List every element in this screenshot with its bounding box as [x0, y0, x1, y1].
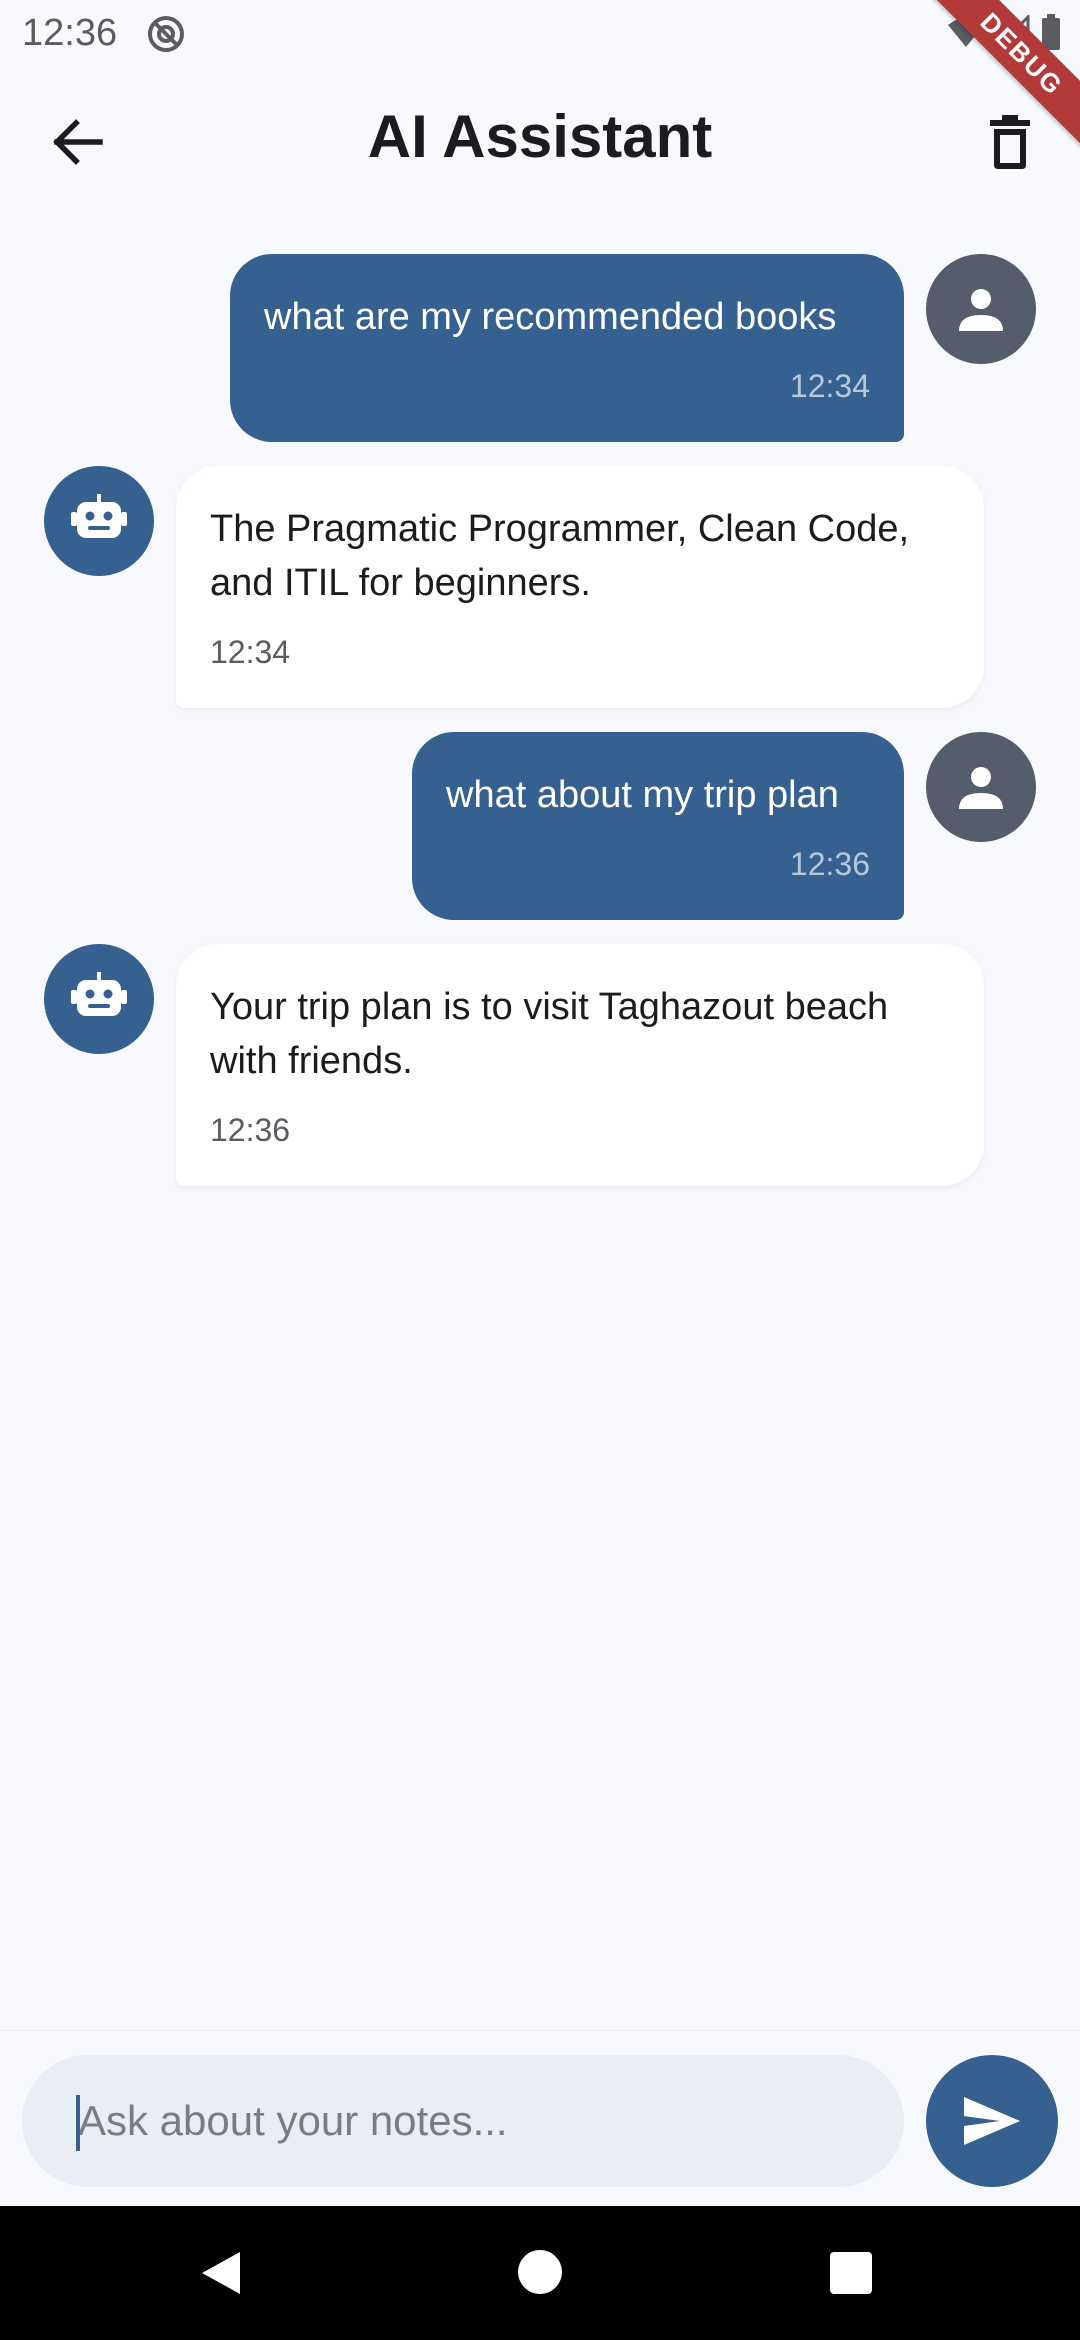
status-bar: 12:36 [0, 0, 1080, 68]
message-text: what about my trip plan [446, 774, 839, 816]
user-avatar [926, 732, 1036, 842]
message-time: 12:34 [210, 634, 291, 670]
message-text: The Pragmatic Programmer, Clean Code, an… [210, 508, 910, 604]
chat-screen: 12:36 DEBUG AI Assistant what are my rec… [0, 0, 1080, 2340]
user-message-bubble: what about my trip plan 12:36 [412, 732, 904, 920]
notification-app-icon [148, 16, 184, 52]
message-time: 12:34 [789, 368, 870, 404]
robot-icon [71, 494, 127, 538]
text-caret [76, 2095, 80, 2151]
composer [0, 2030, 1080, 2206]
message-time: 12:36 [789, 846, 870, 882]
nav-back-icon[interactable] [200, 2250, 242, 2296]
message-time: 12:36 [210, 1112, 291, 1148]
person-icon [959, 767, 1003, 809]
bot-message-bubble: The Pragmatic Programmer, Clean Code, an… [176, 466, 984, 708]
send-icon [964, 2097, 1020, 2145]
clear-chat-button[interactable] [968, 100, 1052, 184]
message-text: Your trip plan is to visit Taghazout bea… [210, 986, 889, 1082]
nav-recents-icon[interactable] [830, 2252, 872, 2294]
bot-avatar [44, 944, 154, 1054]
message-input[interactable] [22, 2055, 904, 2187]
user-message-bubble: what are my recommended books 12:34 [230, 254, 904, 442]
person-icon [959, 289, 1003, 331]
bot-message-bubble: Your trip plan is to visit Taghazout bea… [176, 944, 984, 1186]
robot-icon [71, 972, 127, 1016]
nav-home-icon[interactable] [518, 2250, 562, 2294]
bot-avatar [44, 466, 154, 576]
send-button[interactable] [926, 2055, 1058, 2187]
page-title: AI Assistant [367, 103, 713, 170]
status-time: 12:36 [22, 12, 118, 54]
message-text: what are my recommended books [264, 296, 837, 338]
trash-icon [990, 115, 1030, 169]
user-avatar [926, 254, 1036, 364]
app-bar: AI Assistant [0, 72, 1080, 212]
system-nav-bar [0, 2206, 1080, 2340]
